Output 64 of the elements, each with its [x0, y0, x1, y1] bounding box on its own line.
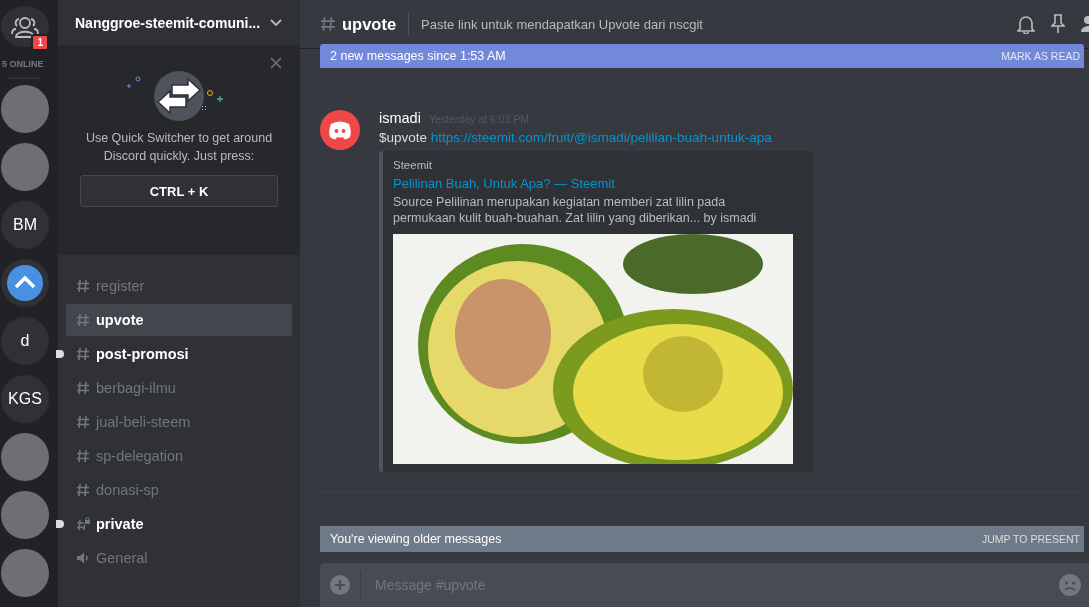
hash-icon — [76, 313, 90, 327]
embed-description: Source Pelilinan merupakan kegiatan memberi zat lilin pada permukaan kulit buah-buahan. Zat lilin yang diberikan... by ismadi — [393, 194, 758, 226]
channel-title: upvote — [342, 14, 397, 34]
discord-logo-avatar — [320, 110, 360, 150]
pin-icon[interactable] — [1051, 14, 1065, 34]
embed-provider: Steemit — [393, 159, 433, 171]
channel-item[interactable]: General — [66, 542, 292, 574]
channel-item[interactable]: post-promosi — [66, 338, 292, 370]
message-link[interactable]: https://steemit.com/fruit/@ismadi/pelilian-buah-untuk-apa — [430, 130, 772, 145]
channel-name: donasi-sp — [96, 482, 159, 498]
bell-icon[interactable] — [1017, 14, 1035, 34]
server-name[interactable]: Nanggroe-steemit-comuni... — [58, 0, 300, 45]
channel-item[interactable]: jual-beli-steem — [66, 406, 292, 438]
channel-name: private — [96, 516, 144, 532]
people-icon — [11, 14, 39, 39]
friends-button[interactable]: 1 — [1, 6, 49, 48]
server-icon[interactable]: KGS — [1, 375, 49, 423]
server-title: Nanggroe-steemit-comuni... — [75, 14, 261, 31]
hash-icon — [76, 347, 90, 361]
channel-item[interactable]: register — [66, 270, 292, 302]
new-messages-bar[interactable]: 2 new messages since 1:53 AM MARK AS READ — [320, 44, 1084, 68]
locked-hash-icon — [76, 517, 90, 531]
embed-title-link[interactable]: Pelilinan Buah, Untuk Apa? — Steemit — [393, 176, 803, 191]
hash-icon — [76, 279, 90, 293]
server-icon[interactable]: BM — [1, 201, 49, 249]
shortcut-button[interactable]: CTRL + K — [80, 175, 278, 207]
message-text: $upvote https://steemit.com/fruit/@ismadi/pelilian-buah-untuk-apa — [379, 130, 773, 145]
server-icon[interactable] — [1, 259, 49, 307]
channel-item[interactable]: upvote — [66, 304, 292, 336]
channel-name: jual-beli-steem — [96, 414, 191, 430]
older-messages-bar[interactable]: You're viewing older messages JUMP TO PRESENT — [320, 526, 1084, 552]
close-icon[interactable] — [270, 57, 282, 69]
sad-face-icon[interactable] — [1059, 574, 1081, 596]
speaker-icon — [76, 551, 90, 565]
author-name[interactable]: ismadi — [379, 110, 421, 126]
plus-icon[interactable] — [330, 575, 350, 595]
notification-badge: 1 — [31, 34, 49, 52]
channel-item[interactable]: berbagi-ilmu — [66, 372, 292, 404]
mark-as-read-button[interactable]: MARK AS READ — [1001, 50, 1080, 62]
channel-name: berbagi-ilmu — [96, 380, 176, 396]
channel-item[interactable]: donasi-sp — [66, 474, 292, 506]
hash-icon — [76, 483, 90, 497]
channel-name: post-promosi — [96, 346, 189, 362]
server-icon[interactable]: d — [1, 317, 49, 365]
person-icon[interactable] — [1081, 14, 1089, 34]
hash-icon — [320, 16, 336, 32]
channel-name: sp-delegation — [96, 448, 184, 464]
hash-icon — [76, 449, 90, 463]
chevron-down-icon — [270, 18, 282, 27]
unread-indicator — [56, 350, 64, 358]
channel-topic: Paste link untuk mendapatkan Upvote dari nscgit — [421, 16, 703, 32]
channel-name: register — [96, 278, 145, 294]
hash-icon — [76, 415, 90, 429]
jump-to-present-button[interactable]: JUMP TO PRESENT — [981, 533, 1080, 545]
channel-name: upvote — [96, 312, 144, 328]
channel-item[interactable]: sp-delegation — [66, 440, 292, 472]
unread-indicator — [56, 520, 64, 528]
new-messages-text: 2 new messages since 1:53 AM — [330, 49, 506, 63]
hash-icon — [76, 381, 90, 395]
older-messages-text: You're viewing older messages — [330, 532, 502, 546]
channel-item[interactable]: private — [66, 508, 292, 540]
quick-switcher-hint: Use Quick Switcher to get around Discord quickly. Just press: — [84, 130, 274, 165]
online-count: 5 ONLINE — [2, 59, 44, 70]
channel-name: General — [96, 550, 148, 566]
